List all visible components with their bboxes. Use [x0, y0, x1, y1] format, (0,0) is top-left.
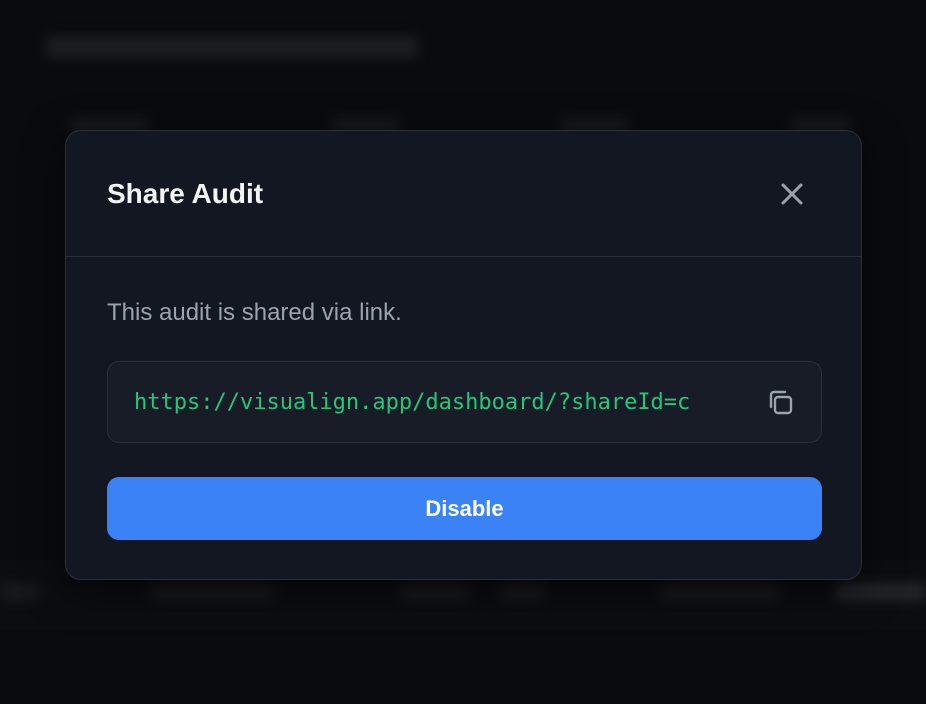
background-heading	[46, 36, 418, 58]
share-link-text[interactable]: https://visualign.app/dashboard/?shareId…	[134, 389, 734, 417]
disable-button[interactable]: Disable	[107, 477, 822, 540]
share-link-field[interactable]: https://visualign.app/dashboard/?shareId…	[107, 361, 822, 443]
copy-link-button[interactable]	[764, 386, 798, 420]
share-audit-dialog: Share Audit This audit is shared via lin…	[65, 130, 862, 580]
close-icon	[781, 183, 803, 205]
background-bar	[0, 584, 40, 600]
dialog-description: This audit is shared via link.	[107, 299, 402, 326]
background-bar	[660, 584, 780, 600]
close-button[interactable]	[777, 179, 807, 209]
dialog-header: Share Audit	[66, 131, 861, 257]
dialog-title: Share Audit	[107, 178, 264, 209]
background-bar	[500, 584, 545, 600]
background-bar	[835, 584, 926, 600]
background-bar	[150, 584, 275, 600]
background-bar	[400, 584, 470, 600]
copy-icon	[769, 390, 793, 415]
